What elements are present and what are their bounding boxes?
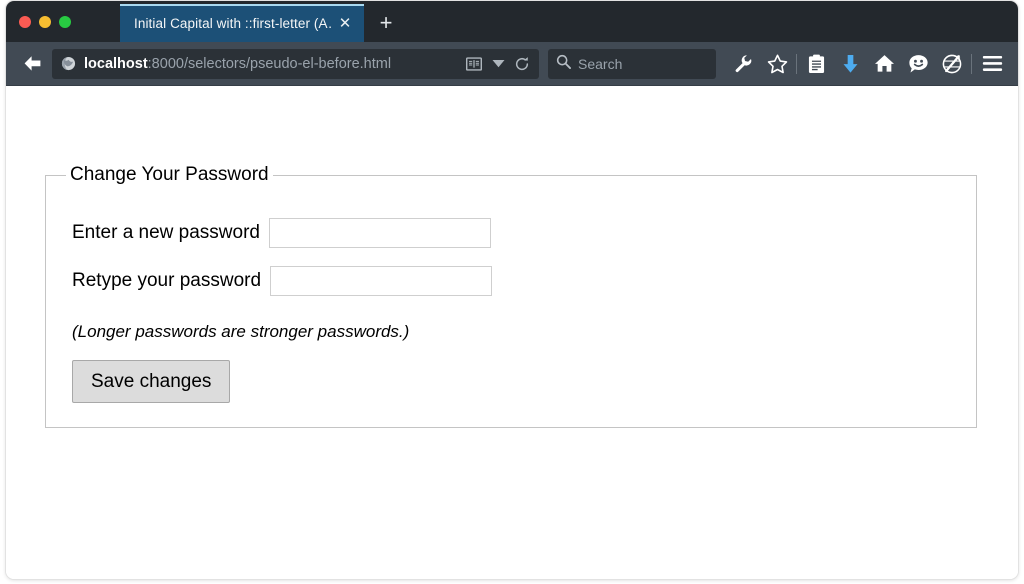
tab-strip: Initial Capital with ::first-letter (A… … xyxy=(6,1,1018,42)
maximize-window-button[interactable] xyxy=(59,15,71,28)
reading-list-icon[interactable] xyxy=(799,49,833,79)
search-icon xyxy=(556,54,571,74)
password-hint-text: (Longer passwords are stronger passwords… xyxy=(72,322,410,341)
url-path: :8000/selectors/pseudo-el-before.html xyxy=(147,55,392,72)
tab-list: Initial Capital with ::first-letter (A… … xyxy=(120,1,408,42)
window-controls xyxy=(6,1,84,42)
star-icon[interactable] xyxy=(760,49,794,79)
form-row-retype-password: Retype your password xyxy=(72,266,964,296)
close-window-button[interactable] xyxy=(19,15,31,28)
back-button[interactable] xyxy=(14,49,50,79)
download-arrow-icon[interactable] xyxy=(833,49,867,79)
globe-icon[interactable] xyxy=(60,55,77,72)
toolbar-icon-group xyxy=(726,49,1010,79)
reload-icon[interactable] xyxy=(511,53,533,75)
pocket-globe-pen-icon[interactable] xyxy=(935,49,969,79)
hamburger-menu-icon[interactable] xyxy=(974,49,1010,79)
page-viewport: Change Your Password Enter a new passwor… xyxy=(6,86,1018,579)
new-tab-button[interactable]: + xyxy=(364,4,408,42)
url-text: localhost:8000/selectors/pseudo-el-befor… xyxy=(84,56,461,72)
address-bar[interactable]: localhost:8000/selectors/pseudo-el-befor… xyxy=(52,48,539,79)
reader-mode-icon[interactable] xyxy=(463,53,485,75)
page-content: Change Your Password Enter a new passwor… xyxy=(6,86,1018,428)
change-password-fieldset: Change Your Password Enter a new passwor… xyxy=(45,164,977,428)
minimize-window-button[interactable] xyxy=(39,15,51,28)
toolbar-divider xyxy=(971,53,972,74)
close-tab-icon[interactable]: ✕ xyxy=(336,14,354,32)
search-input[interactable]: Search xyxy=(548,48,716,79)
retype-password-input[interactable] xyxy=(270,266,493,296)
tab-title: Initial Capital with ::first-letter (A… xyxy=(134,15,332,31)
save-changes-button[interactable]: Save changes xyxy=(72,360,231,403)
feedback-smiley-icon[interactable] xyxy=(901,49,935,79)
new-password-label: Enter a new password xyxy=(72,222,260,243)
chevron-down-icon[interactable] xyxy=(487,53,509,75)
new-password-input[interactable] xyxy=(269,218,491,248)
wrench-icon[interactable] xyxy=(726,49,760,79)
form-row-new-password: Enter a new password xyxy=(72,218,964,248)
fieldset-legend: Change Your Password xyxy=(70,164,269,185)
url-host: localhost xyxy=(84,55,148,72)
retype-password-label: Retype your password xyxy=(72,270,262,291)
search-placeholder: Search xyxy=(578,55,623,72)
home-icon[interactable] xyxy=(867,49,901,79)
browser-window: Initial Capital with ::first-letter (A… … xyxy=(6,1,1018,579)
toolbar-divider xyxy=(796,53,797,74)
navigation-toolbar: localhost:8000/selectors/pseudo-el-befor… xyxy=(6,42,1018,86)
browser-tab-active[interactable]: Initial Capital with ::first-letter (A… … xyxy=(120,4,364,42)
